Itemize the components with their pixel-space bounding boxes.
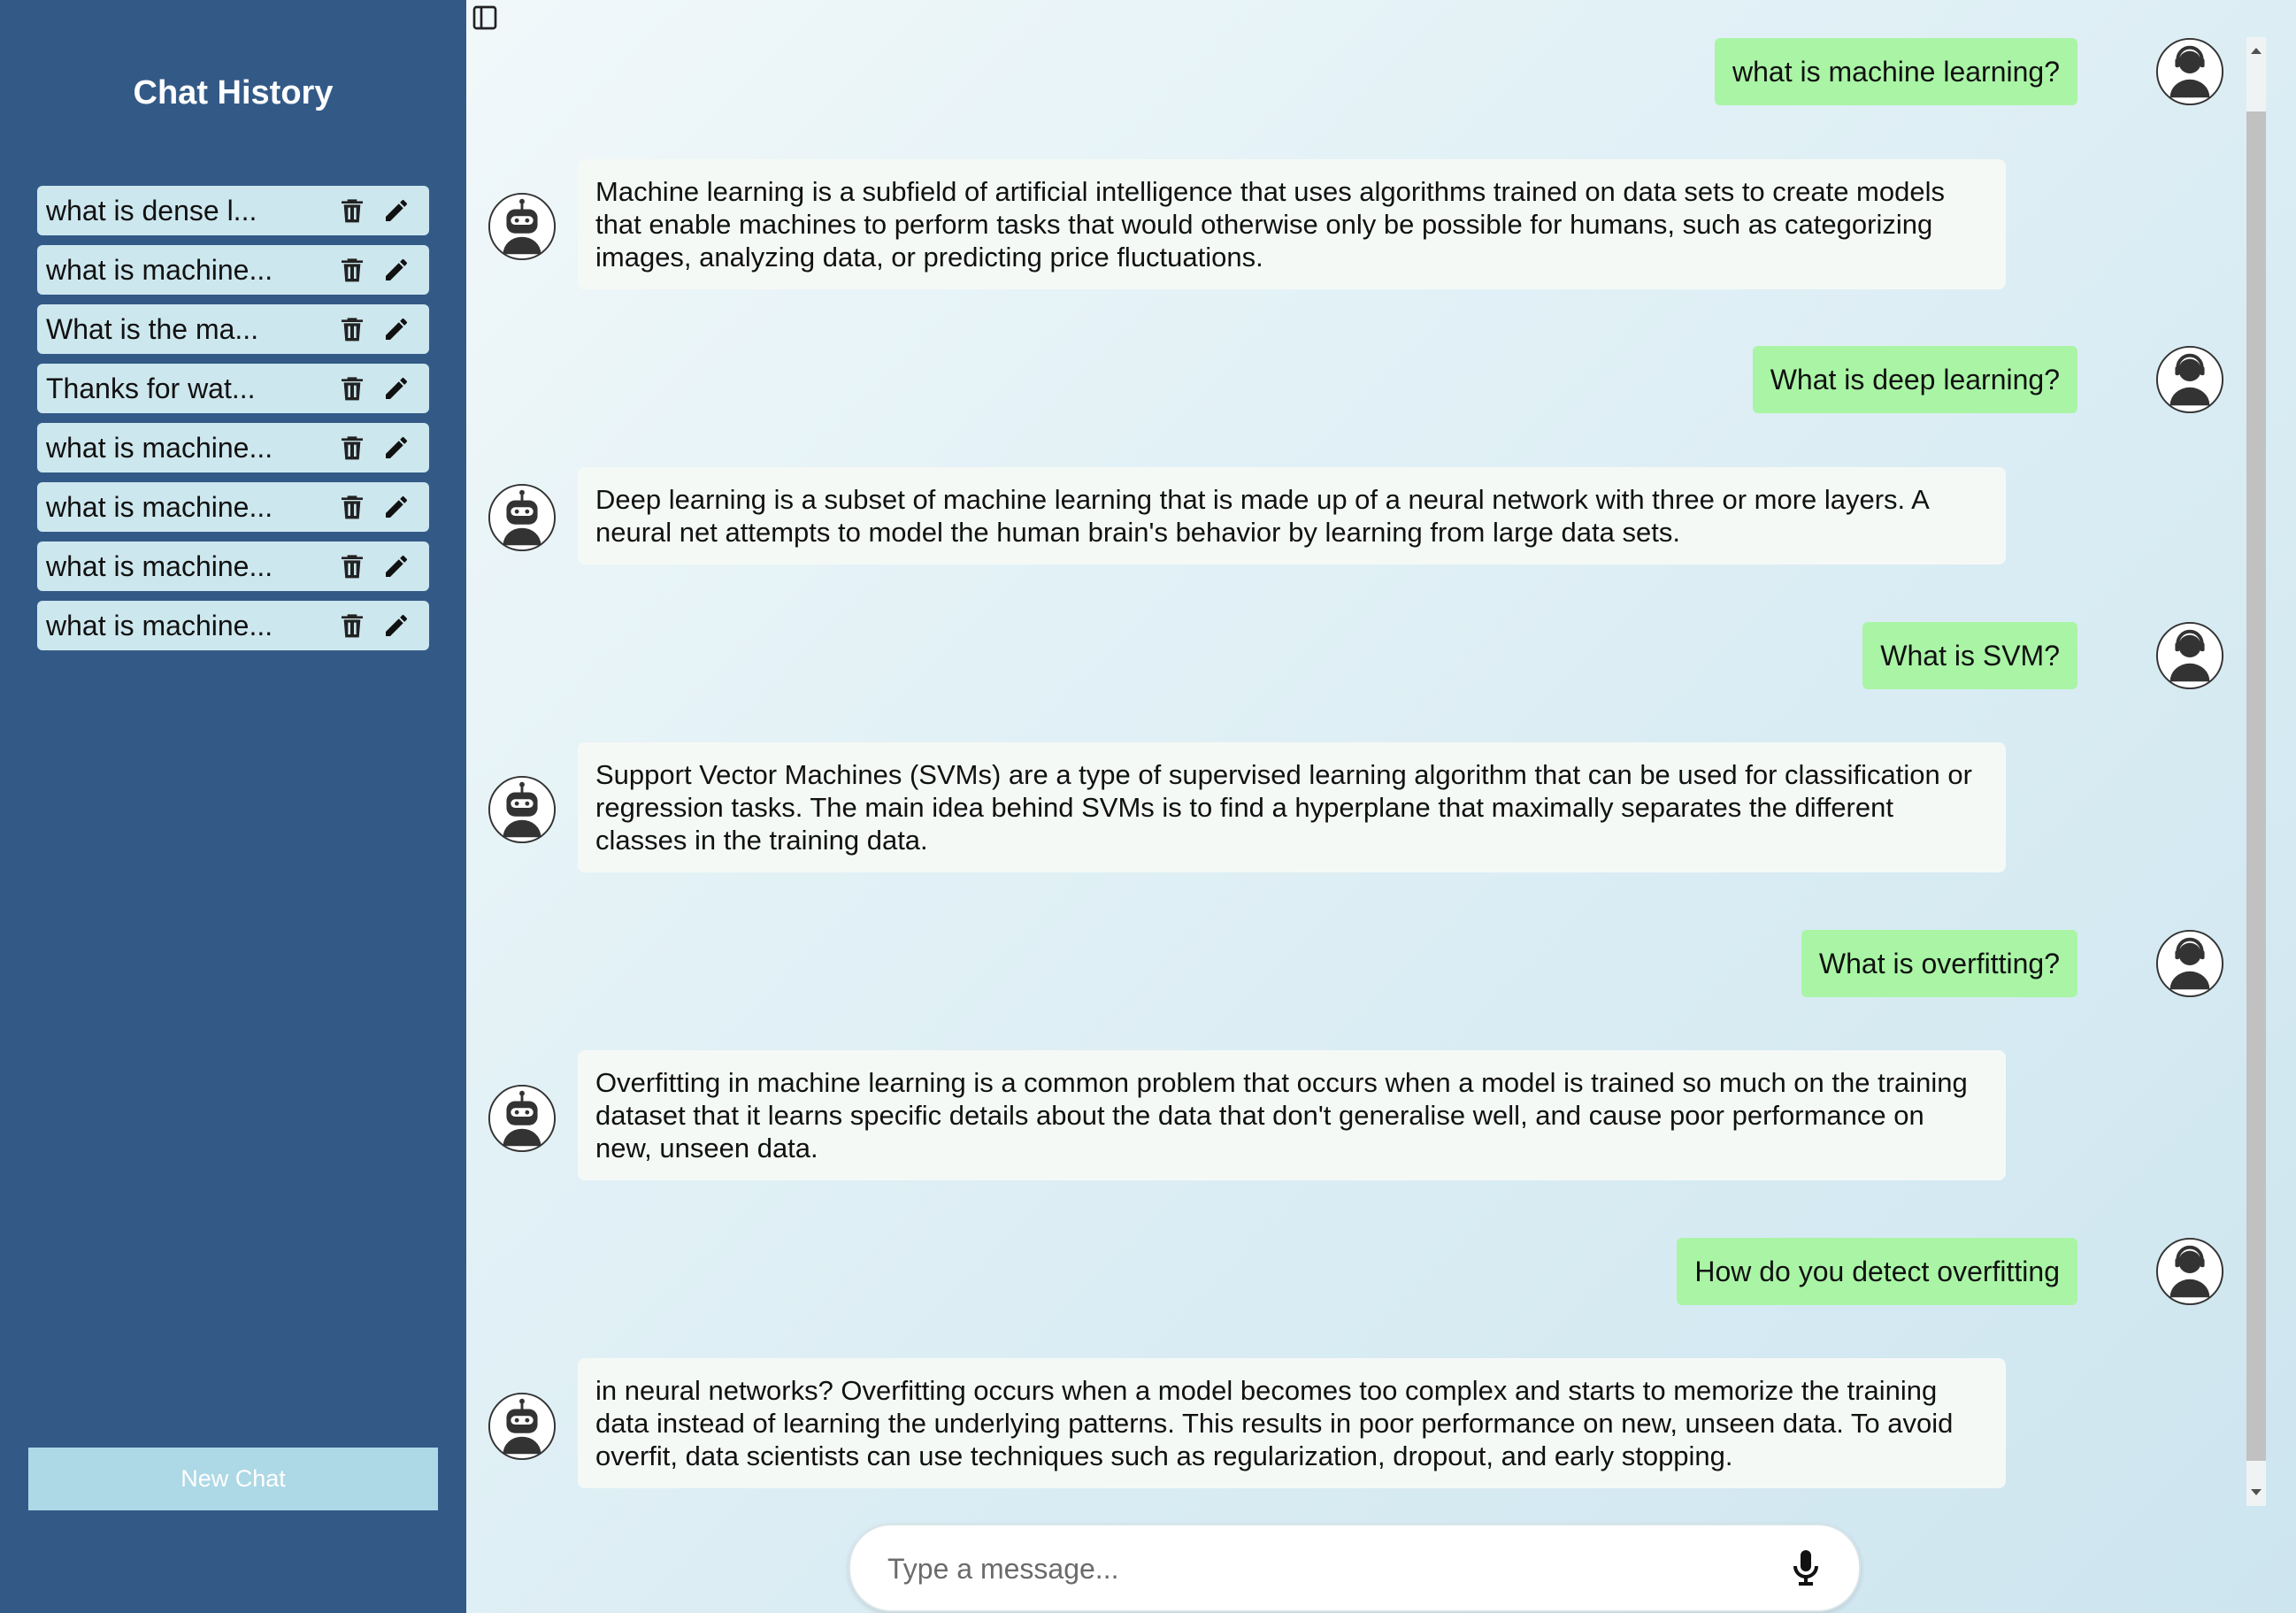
bot-avatar-icon [488, 1084, 557, 1153]
trash-icon[interactable] [338, 374, 366, 403]
user-avatar-icon [2155, 929, 2224, 998]
user-message: What is overfitting? [1801, 930, 2077, 997]
history-item-label: what is machine... [46, 610, 273, 641]
sidebar-title: Chat History [133, 74, 334, 111]
chat-history-list: what is dense l... what is machine... Wh… [37, 186, 429, 660]
history-item-label: what is dense l... [46, 195, 257, 227]
history-item[interactable]: What is the ma... [37, 304, 429, 354]
user-message: what is machine learning? [1715, 38, 2077, 105]
user-message: What is SVM? [1862, 622, 2077, 689]
user-avatar-icon [2155, 345, 2224, 414]
bot-message: Support Vector Machines (SVMs) are a typ… [578, 742, 2006, 872]
history-item[interactable]: what is machine... [37, 542, 429, 591]
scroll-up-arrow-icon[interactable] [2243, 37, 2269, 64]
message-list: what is machine learning? Machine learni… [466, 0, 2245, 1504]
trash-icon[interactable] [338, 315, 366, 343]
bot-avatar-icon [488, 192, 557, 261]
bot-message: Machine learning is a subfield of artifi… [578, 159, 2006, 289]
trash-icon[interactable] [338, 196, 366, 225]
user-avatar-icon [2155, 1237, 2224, 1306]
scroll-down-arrow-icon[interactable] [2243, 1479, 2269, 1506]
message-input-bar [849, 1524, 1861, 1612]
scroll-thumb[interactable] [2246, 111, 2266, 1461]
pencil-icon[interactable] [382, 434, 411, 462]
bot-message: Deep learning is a subset of machine lea… [578, 467, 2006, 565]
sidebar: Chat History what is dense l... what is … [0, 0, 466, 1613]
user-message: What is deep learning? [1752, 346, 2077, 413]
microphone-icon[interactable] [1785, 1547, 1827, 1589]
history-item[interactable]: what is machine... [37, 601, 429, 650]
history-item-label: what is machine... [46, 550, 273, 582]
message-input[interactable] [886, 1543, 1739, 1594]
trash-icon[interactable] [338, 493, 366, 521]
history-item[interactable]: what is dense l... [37, 186, 429, 235]
user-avatar-icon [2155, 621, 2224, 690]
trash-icon[interactable] [338, 552, 366, 580]
pencil-icon[interactable] [382, 374, 411, 403]
user-message: How do you detect overfitting [1677, 1238, 2077, 1305]
history-item[interactable]: Thanks for wat... [37, 364, 429, 413]
bot-message: Overfitting in machine learning is a com… [578, 1050, 2006, 1180]
history-item-label: what is machine... [46, 432, 273, 464]
trash-icon[interactable] [338, 611, 366, 640]
history-item[interactable]: what is machine... [37, 423, 429, 472]
pencil-icon[interactable] [382, 611, 411, 640]
bot-avatar-icon [488, 775, 557, 844]
history-item-label: What is the ma... [46, 313, 259, 345]
trash-icon[interactable] [338, 434, 366, 462]
history-item-label: what is machine... [46, 254, 273, 286]
chat-scrollbar[interactable] [2243, 37, 2269, 1506]
pencil-icon[interactable] [382, 196, 411, 225]
pencil-icon[interactable] [382, 552, 411, 580]
pencil-icon[interactable] [382, 315, 411, 343]
pencil-icon[interactable] [382, 493, 411, 521]
chat-panel: what is machine learning? Machine learni… [466, 0, 2296, 1613]
pencil-icon[interactable] [382, 256, 411, 284]
trash-icon[interactable] [338, 256, 366, 284]
history-item-label: Thanks for wat... [46, 373, 256, 404]
bot-message: in neural networks? Overfitting occurs w… [578, 1358, 2006, 1488]
bot-avatar-icon [488, 1392, 557, 1461]
bot-avatar-icon [488, 483, 557, 552]
history-item[interactable]: what is machine... [37, 482, 429, 532]
user-avatar-icon [2155, 37, 2224, 106]
history-item[interactable]: what is machine... [37, 245, 429, 295]
new-chat-button[interactable]: New Chat [28, 1448, 438, 1510]
history-item-label: what is machine... [46, 491, 273, 523]
